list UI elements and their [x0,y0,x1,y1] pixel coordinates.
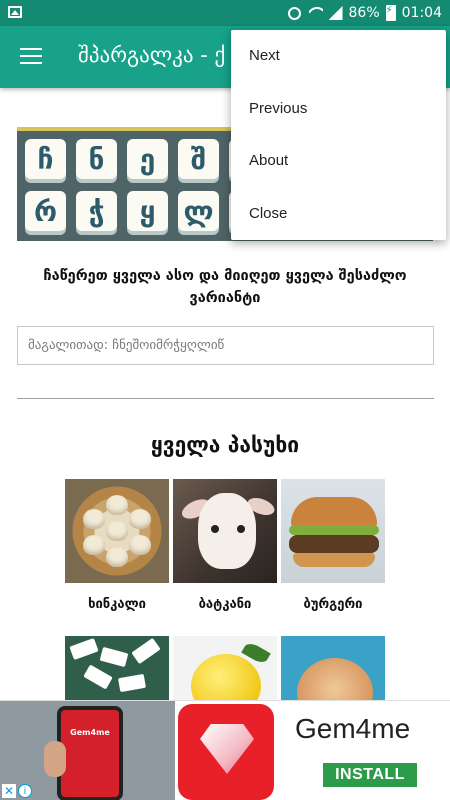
letter-tile: ე [127,139,168,179]
letter-tile: ჩ [25,139,66,179]
signal-icon [328,6,343,20]
alarm-icon [287,6,301,20]
khinkali-image [65,479,169,583]
battery-icon [385,5,396,21]
clock: 01:04 [401,5,442,21]
instruction-text: ჩაწერეთ ყველა ასო და მიიღეთ ყველა შესაძლ… [43,268,407,306]
phone-brand: Gem4me [70,728,110,737]
app-title: შპარგალკა - ქ [78,43,226,67]
hand-image [44,741,66,777]
menu-item-next[interactable]: Next [231,30,446,83]
answer-card-burger[interactable]: ბურგერი [281,479,385,636]
letter-tile: ყ [127,191,168,231]
diamond-icon [200,724,254,774]
lamb-image [173,479,277,583]
install-button[interactable]: INSTALL [323,763,417,787]
status-bar: 86% 01:04 [0,0,450,26]
answer-label: ბატკანი [198,597,252,612]
menu-item-about[interactable]: About [231,135,446,188]
answer-card-khinkali[interactable]: ხინკალი [65,479,169,636]
letter-tile: შ [178,139,219,179]
ad-banner[interactable]: Gem4me Gem4me INSTALL ✕ i [0,700,450,800]
hamburger-menu-icon[interactable] [20,48,42,66]
divider [17,398,434,399]
answer-label: ბურგერი [303,597,363,612]
menu-item-previous[interactable]: Previous [231,83,446,136]
letter-tile: ლ [178,191,219,231]
letter-tile: ნ [76,139,117,179]
status-icons: 86% 01:04 [287,4,442,22]
answer-label: ხინკალი [88,597,146,612]
image-notification-icon [8,6,22,18]
letter-tile: ჭ [76,191,117,231]
battery-percent: 86% [348,5,380,21]
ad-title[interactable]: Gem4me [295,713,410,745]
ad-info-icon[interactable]: i [18,784,32,798]
overflow-menu: Next Previous About Close [231,30,446,240]
screen: 86% 01:04 შპარგალკა - ქ ჩ ნ ე შ ო რ ჭ ყ … [0,0,450,800]
gem-app-icon[interactable] [178,704,274,800]
answer-card-lamb[interactable]: ბატკანი [173,479,277,636]
menu-item-close[interactable]: Close [231,188,446,241]
answers-heading: ყველა პასუხი [150,433,300,457]
wifi-icon [307,7,323,19]
burger-image [281,479,385,583]
ad-close-icon[interactable]: ✕ [2,784,16,798]
phone-icon: Gem4me [57,706,123,800]
letters-input[interactable] [17,326,434,365]
letter-tile: რ [25,191,66,231]
